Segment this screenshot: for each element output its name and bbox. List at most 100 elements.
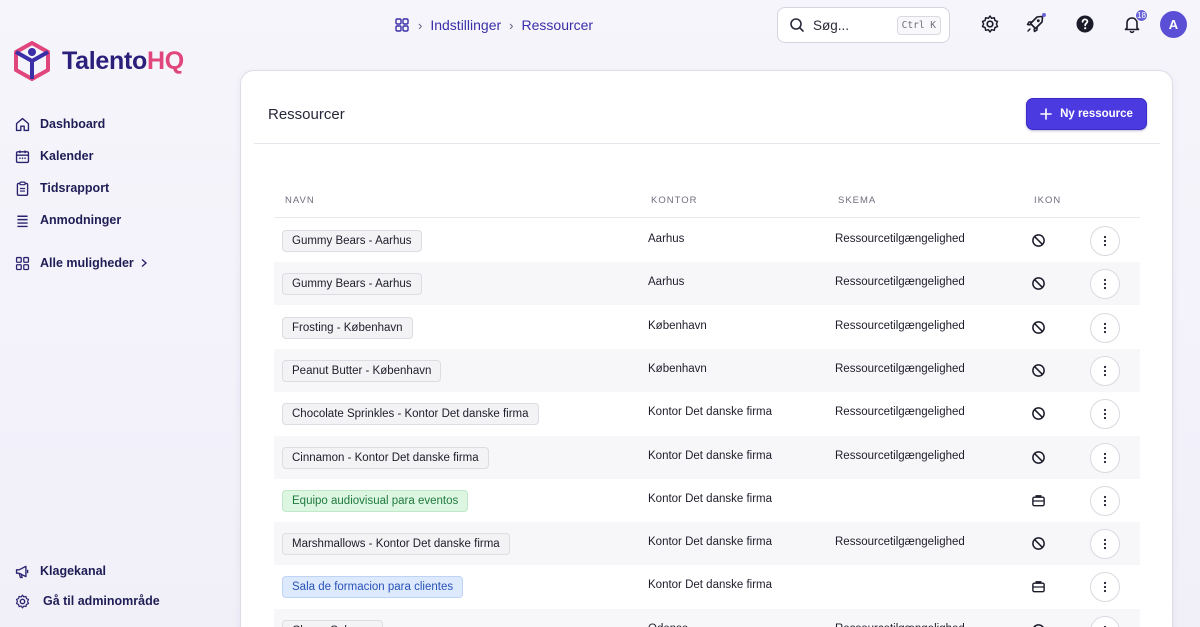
column-header-icon: IKON (1034, 195, 1062, 206)
table-row[interactable]: Cinnamon - Kontor Det danske firma Kontor… (274, 435, 1140, 479)
main-nav: Dashboard Kalender Tidsrapport Anmodning… (14, 108, 149, 279)
row-actions-button[interactable] (1090, 442, 1120, 473)
table-row[interactable]: Gummy Bears - Aarhus Aarhus Ressourcetilgæ… (274, 219, 1140, 262)
table-row[interactable]: Peanut Butter - København København Ressou… (274, 348, 1140, 392)
schedule-cell: Ressourcetilgængelighed (835, 362, 965, 375)
resources-card: Ressourcer Ny ressource NAVN KONTOR SKEM… (240, 70, 1173, 627)
rocket-icon (1026, 15, 1044, 33)
schedule-cell: Ressourcetilgængelighed (835, 449, 965, 462)
row-actions-button[interactable] (1090, 572, 1120, 603)
chevron-right-icon: › (509, 17, 514, 33)
sidebar-item-label: Dashboard (40, 117, 106, 131)
breadcrumb-item-resources: Ressourcer (521, 17, 594, 33)
row-actions-button[interactable] (1090, 529, 1120, 560)
sidebar-item-all-options[interactable]: Alle muligheder (14, 247, 149, 279)
resource-name-tag[interactable]: Marshmallows - Kontor Det danske firma (282, 533, 510, 556)
settings-button[interactable] (979, 13, 1001, 35)
table-row[interactable]: Gummy Bears - Aarhus Aarhus Ressourcetilgæ… (274, 262, 1140, 306)
schedule-cell: Ressourcetilgængelighed (835, 623, 965, 627)
sidebar-item-kalender[interactable]: Kalender (14, 140, 149, 172)
calendar-icon (15, 150, 30, 163)
plus-icon (1040, 108, 1052, 120)
table-row[interactable]: Sala de formacion para clientes Kontor De… (274, 565, 1140, 608)
help-icon (1076, 15, 1094, 33)
more-vertical-icon (1103, 452, 1107, 463)
resource-name-tag[interactable]: Frosting - København (282, 316, 413, 339)
column-header-office[interactable]: KONTOR (651, 195, 697, 206)
schedule-cell: Ressourcetilgængelighed (835, 319, 965, 332)
brand-name-accent: HQ (146, 46, 184, 75)
new-resource-button[interactable]: Ny ressource (1026, 98, 1147, 130)
table-row[interactable]: Cherry Cola - ... Odense Ressourcetilgænge… (274, 608, 1140, 627)
table-row[interactable]: Equipo audiovisual para eventos Kontor De… (274, 479, 1140, 522)
sidebar-item-dashboard[interactable]: Dashboard (14, 108, 149, 140)
ban-icon (1032, 234, 1045, 247)
sidebar-item-label: Alle muligheder (40, 256, 134, 270)
table-row[interactable]: Chocolate Sprinkles - Kontor Det danske … (274, 392, 1140, 435)
breadcrumb-item-settings[interactable]: Indstillinger (430, 17, 501, 33)
more-vertical-icon (1103, 235, 1107, 247)
sidebar-item-tidsrapport[interactable]: Tidsrapport (14, 172, 149, 204)
row-actions-button[interactable] (1090, 615, 1120, 627)
resource-icon-cell (1031, 579, 1046, 594)
search-input[interactable]: Søg... Ctrl K (777, 7, 950, 43)
resource-name-tag[interactable]: Sala de formacion para clientes (282, 576, 464, 599)
row-actions-button[interactable] (1090, 399, 1120, 430)
sidebar-item-anmodninger[interactable]: Anmodninger (14, 204, 149, 236)
more-vertical-icon (1103, 279, 1107, 290)
brand-logo[interactable]: TalentoHQ (12, 40, 184, 82)
ban-icon (1032, 407, 1045, 421)
sidebar-item-label: Klagekanal (40, 564, 107, 578)
office-cell: Kontor Det danske firma (648, 449, 773, 462)
table-row[interactable]: Frosting - København København Ressourceti… (274, 306, 1140, 349)
resource-icon-cell (1031, 623, 1046, 627)
resource-icon-cell (1031, 276, 1046, 291)
brand-name-main: Talento (62, 46, 147, 75)
row-actions-button[interactable] (1090, 312, 1120, 343)
new-indicator-dot (1042, 13, 1046, 17)
resource-name-tag[interactable]: Cherry Cola - ... (282, 619, 384, 627)
office-cell: København (648, 319, 707, 332)
sidebar-item-klagekanal[interactable]: Klagekanal (14, 556, 160, 586)
search-icon (790, 18, 804, 32)
resource-name-tag[interactable]: Cinnamon - Kontor Det danske firma (282, 446, 489, 469)
resource-name-tag[interactable]: Gummy Bears - Aarhus (282, 230, 422, 252)
ban-icon (1032, 277, 1045, 291)
office-cell: Kontor Det danske firma (648, 536, 773, 549)
megaphone-icon (15, 565, 29, 578)
table-header-divider (274, 217, 1140, 218)
column-header-schedule[interactable]: SKEMA (838, 195, 876, 206)
row-actions-button[interactable] (1090, 269, 1120, 300)
schedule-cell: Ressourcetilgængelighed (835, 233, 965, 245)
grid-icon (15, 256, 30, 270)
sidebar-item-label: Kalender (40, 149, 94, 163)
avatar[interactable]: A (1160, 11, 1187, 38)
resource-name-tag[interactable]: Chocolate Sprinkles - Kontor Det danske … (282, 403, 539, 426)
row-actions-button[interactable] (1090, 226, 1120, 256)
ban-icon (1032, 537, 1045, 550)
row-actions-button[interactable] (1090, 355, 1120, 386)
office-cell: Kontor Det danske firma (648, 492, 773, 505)
row-actions-button[interactable] (1090, 485, 1120, 516)
resource-icon-cell (1031, 233, 1046, 248)
resource-name-tag[interactable]: Gummy Bears - Aarhus (282, 273, 422, 296)
resource-icon-cell (1031, 536, 1046, 551)
office-cell: Kontor Det danske firma (648, 406, 773, 419)
sidebar-item-admin[interactable]: Gå til adminområde (14, 586, 160, 616)
schedule-cell: Ressourcetilgængelighed (835, 276, 965, 289)
office-cell: København (648, 362, 707, 375)
table-row[interactable]: Marshmallows - Kontor Det danske firma Ko… (274, 522, 1140, 566)
office-cell: Aarhus (648, 233, 685, 245)
resource-name-tag[interactable]: Equipo audiovisual para eventos (282, 489, 469, 512)
sidebar-item-label: Gå til adminområde (43, 594, 160, 608)
office-cell: Kontor Det danske firma (648, 579, 773, 592)
resource-name-tag[interactable]: Peanut Butter - København (282, 359, 442, 382)
office-cell: Aarhus (648, 276, 685, 289)
help-button[interactable] (1074, 13, 1096, 35)
resource-icon-cell (1031, 363, 1046, 378)
apps-grid-icon[interactable] (394, 17, 410, 33)
briefcase-icon (1032, 581, 1045, 593)
resource-icon-cell (1031, 320, 1046, 335)
resource-icon-cell (1031, 493, 1046, 508)
column-header-name[interactable]: NAVN (285, 195, 315, 206)
